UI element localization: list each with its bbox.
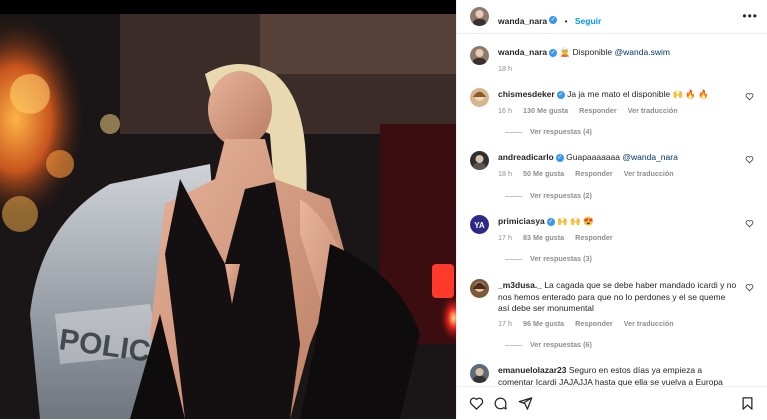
- post-author-username[interactable]: wanda_nara: [498, 16, 547, 26]
- comment-text: primiciasya ✓ 🙌 🙌 😍: [498, 216, 594, 226]
- heart-icon[interactable]: [745, 155, 754, 164]
- comment-username[interactable]: emanuelolazar23: [498, 365, 567, 375]
- avatar[interactable]: [470, 46, 489, 65]
- likes-count[interactable]: 130 Me gusta: [523, 106, 568, 115]
- caption-mention[interactable]: @wanda.swim: [615, 47, 670, 57]
- view-replies-button[interactable]: Ver respuestas (3): [505, 254, 592, 263]
- avatar[interactable]: [470, 88, 489, 107]
- share-icon[interactable]: [518, 396, 533, 411]
- verified-icon: ✓: [549, 15, 558, 24]
- verified-icon: ✓: [549, 48, 558, 57]
- translate-button[interactable]: Ver traducción: [624, 319, 674, 328]
- translate-button[interactable]: Ver traducción: [628, 106, 678, 115]
- svg-text:YA: YA: [474, 221, 485, 230]
- heart-icon[interactable]: [745, 92, 754, 101]
- more-icon[interactable]: •••: [742, 9, 758, 23]
- likes-count[interactable]: 96 Me gusta: [523, 319, 564, 328]
- comment-text: _m3dusa._ La cagada que se debe haber ma…: [498, 280, 737, 313]
- caption-username[interactable]: wanda_nara: [498, 47, 547, 57]
- reply-button[interactable]: Responder: [575, 169, 613, 178]
- view-replies-button[interactable]: Ver respuestas (2): [505, 191, 592, 200]
- photo-illustration: POLICE: [0, 14, 456, 419]
- heart-icon[interactable]: [469, 396, 484, 411]
- comment-icon[interactable]: [493, 396, 508, 411]
- comment-meta: 17 h 83 Me gusta Responder: [498, 233, 613, 242]
- comment-meta: 18 h 50 Me gusta Responder Ver traducció…: [498, 169, 674, 178]
- separator: •: [564, 17, 568, 26]
- comment-meta: 17 h 96 Me gusta Responder Ver traducció…: [498, 319, 674, 328]
- heart-icon[interactable]: [745, 283, 754, 292]
- comment-username[interactable]: chismesdeker: [498, 89, 555, 99]
- view-replies-button[interactable]: Ver respuestas (6): [505, 340, 592, 349]
- reply-button[interactable]: Responder: [575, 233, 613, 242]
- comment-username[interactable]: _m3dusa._: [498, 280, 542, 290]
- avatar[interactable]: [470, 364, 489, 383]
- likes-count[interactable]: 83 Me gusta: [523, 233, 564, 242]
- view-replies-button[interactable]: Ver respuestas (4): [505, 127, 592, 136]
- heart-icon[interactable]: [745, 219, 754, 228]
- comment-text: andreadicarlo ✓ Guapaaaaaaa @wanda_nara: [498, 152, 678, 162]
- verified-icon: ✓: [556, 90, 565, 99]
- action-bar: [457, 386, 767, 420]
- caption-time: 18 h: [498, 64, 512, 73]
- avatar[interactable]: [470, 7, 489, 26]
- verified-icon: ✓: [555, 153, 564, 162]
- follow-button[interactable]: Seguir: [575, 16, 601, 26]
- comment-username[interactable]: primiciasya: [498, 216, 545, 226]
- comments-panel: wanda_nara ✓ • Seguir ••• wanda_nara ✓ 🧝 D…: [456, 0, 767, 420]
- likes-count[interactable]: 50 Me gusta: [523, 169, 564, 178]
- caption: wanda_nara ✓ 🧝 Disponible @wanda.swim: [498, 47, 738, 59]
- instagram-post-view: POLICE wanda_nara ✓ • Seguir ••• wanda_n…: [0, 0, 767, 420]
- comment-text: chismesdeker ✓ Ja ja me mato el disponibl…: [498, 89, 709, 99]
- post-photo[interactable]: POLICE: [0, 14, 456, 419]
- translate-button[interactable]: Ver traducción: [624, 169, 674, 178]
- comment-text: emanuelolazar23 Seguro en estos días ya …: [498, 365, 723, 386]
- verified-icon: ✓: [546, 217, 555, 226]
- avatar[interactable]: [470, 151, 489, 170]
- reply-button[interactable]: Responder: [575, 319, 613, 328]
- caption-text: 🧝 Disponible: [559, 47, 613, 57]
- bookmark-icon[interactable]: [740, 396, 755, 411]
- reply-button[interactable]: Responder: [579, 106, 617, 115]
- avatar[interactable]: YA: [470, 215, 489, 234]
- comment-mention[interactable]: @wanda_nara: [622, 152, 677, 162]
- post-header: wanda_nara ✓ • Seguir •••: [457, 0, 767, 34]
- avatar[interactable]: [470, 279, 489, 298]
- comment-meta: 16 h 130 Me gusta Responder Ver traducci…: [498, 106, 678, 115]
- comment-username[interactable]: andreadicarlo: [498, 152, 554, 162]
